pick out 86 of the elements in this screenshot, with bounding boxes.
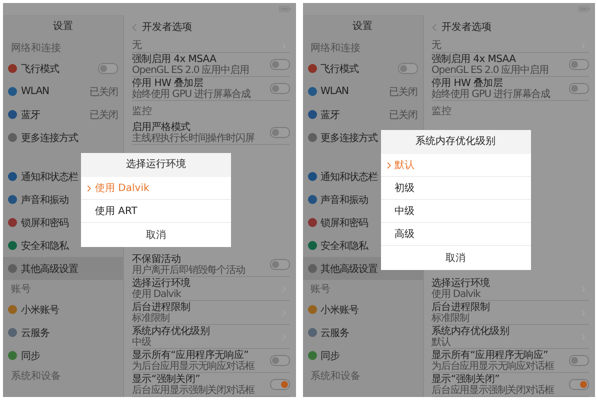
toggle-switch[interactable] [569,59,589,70]
dialog-option[interactable]: 中级 [380,200,530,223]
setting-description: 后台应用显示强制关闭对话框 [432,384,556,396]
sidebar-title: 设置 [52,20,74,34]
setting-title: 选择运行环境 [132,278,192,288]
dialog-option[interactable]: 使用 Dalvik [81,177,231,200]
setting-description: 使用 Dalvik [132,288,182,300]
toggle-switch[interactable] [398,63,418,74]
setting-description: 始终使用 GPU 进行屏幕合成 [132,88,252,100]
setting-title: 显示所有“应用程序无响应” [432,350,549,360]
setting-description: 用户离开后即销毁每个活动 [132,264,246,276]
section-heading: 网络和连接 [10,42,62,56]
toggle-switch[interactable] [270,355,290,366]
setting-description: 主线程执行长时间操作时闪屏 [132,132,256,144]
setting-title: 显示“强制关闭” [132,374,201,384]
setting-title: 不保留活动 [132,254,182,264]
section-heading: 系统和设备 [10,370,62,384]
toggle-switch[interactable] [270,127,290,138]
sidebar-item[interactable]: 小米账号 [3,298,123,321]
sidebar-item[interactable]: 其他高级设置 [3,257,123,280]
sidebar-item[interactable]: 飞行模式 [302,57,422,80]
setting-title: 显示“强制关闭” [432,374,500,384]
toggle-switch[interactable] [98,63,118,74]
setting-title: 强制启用 4x MSAA [432,54,517,64]
setting-description: 使用 Dalvik [432,288,482,300]
setting-description: 标准限制 [132,312,170,324]
toggle-switch[interactable] [270,59,290,70]
section-heading: 系统和设备 [310,370,362,384]
section-heading: 网络和连接 [310,42,362,56]
toggle-switch[interactable] [569,379,589,390]
section-heading: 监控 [132,105,152,118]
setting-description: 为后台应用显示无响应对话框 [132,360,256,372]
setting-description: 后台应用显示强制关闭对话框 [132,384,256,396]
toggle-switch[interactable] [569,355,589,366]
setting-description: 中级 [132,336,151,348]
sidebar-item[interactable]: 小米账号 [302,298,422,321]
status-value: 已关闭 [389,86,418,98]
caret-icon [386,162,390,168]
setting-description: OpenGL ES 2.0 应用中启用 [132,64,250,76]
sidebar-item[interactable]: WLAN 已关闭 [302,80,422,103]
sidebar-title: 设置 [352,20,374,34]
back-icon[interactable] [132,22,137,32]
toggle-switch[interactable] [270,259,290,270]
setting-title: 停用 HW 叠加层 [132,78,204,88]
sidebar-item[interactable]: 同步 [302,344,422,367]
dialog-title: 选择运行环境 [81,153,231,177]
status-value: 已关闭 [389,108,418,122]
setting-title: 后台进程限制 [132,302,192,312]
setting-description: 默认 [432,336,450,348]
section-heading: 账号 [310,282,332,297]
setting-description: 标准限制 [432,312,470,324]
sidebar-item[interactable]: 更多连接方式 [3,126,123,149]
dialog-title: 系统内存优化级别 [380,130,530,154]
toggle-switch[interactable] [270,379,290,390]
caret-icon [87,184,91,192]
setting-title: 后台进程限制 [432,302,491,312]
toggle-switch[interactable] [270,83,290,94]
setting-title: 系统内存优化级别 [432,326,510,336]
setting-title: 停用 HW 叠加层 [432,78,504,88]
page-title: 开发者选项 [142,20,192,34]
dialog-option[interactable]: 默认 [380,154,530,177]
setting-title: 强制启用 4x MSAA [132,54,218,64]
status-value: 已关闭 [90,86,118,98]
setting-title: 选择运行环境 [432,278,491,288]
sidebar-item[interactable]: 飞行模式 [3,57,123,80]
setting-description: 无 [132,40,143,51]
sidebar-item[interactable]: 蓝牙 已关闭 [302,103,422,126]
setting-title: 显示所有“应用程序无响应” [132,350,250,360]
setting-description: 无 [432,40,442,51]
sidebar-item[interactable]: WLAN 已关闭 [3,80,123,103]
sidebar-item[interactable]: 蓝牙 已关闭 [3,103,123,126]
sidebar-item[interactable]: 同步 [3,344,123,367]
toggle-switch[interactable] [569,83,589,94]
setting-description: 为后台应用显示无响应对话框 [432,360,556,372]
back-icon[interactable] [432,22,436,32]
section-heading: 账号 [10,282,32,297]
dialog-option[interactable]: 初级 [380,177,530,200]
setting-description: 始终使用 GPU 进行屏幕合成 [432,88,551,100]
section-heading: 监控 [432,105,452,118]
setting-title: 系统内存优化级别 [132,326,211,336]
sidebar-item[interactable]: 云服务 [3,321,123,344]
setting-title: 启用严格模式 [132,122,192,132]
status-value: 已关闭 [90,108,118,122]
setting-description: OpenGL ES 2.0 应用中启用 [432,64,550,76]
sidebar-item[interactable]: 云服务 [302,321,422,344]
page-title: 开发者选项 [442,20,492,34]
